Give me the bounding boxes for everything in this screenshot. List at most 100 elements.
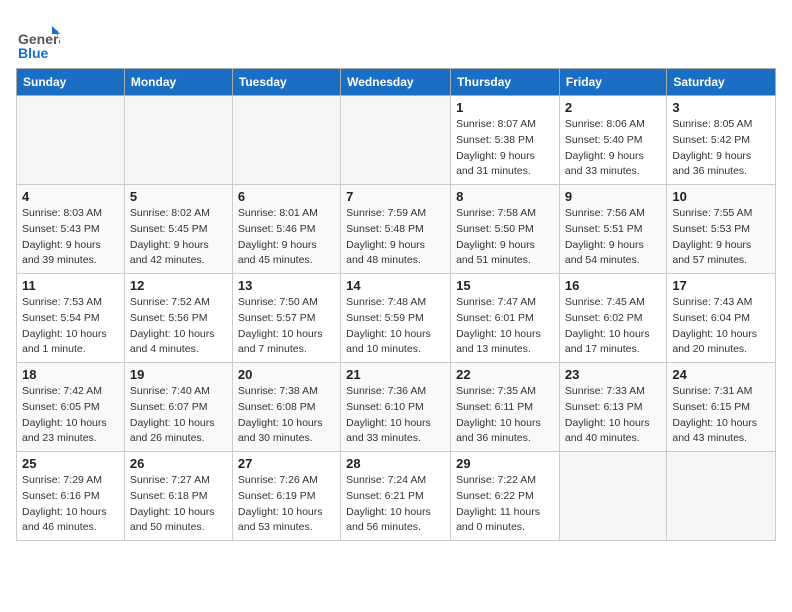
calendar-cell: 12Sunrise: 7:52 AMSunset: 5:56 PMDayligh… bbox=[124, 274, 232, 363]
day-number: 28 bbox=[346, 456, 445, 471]
day-info: Sunrise: 7:35 AMSunset: 6:11 PMDaylight:… bbox=[456, 384, 554, 447]
calendar-cell: 13 Sunrise: 7:50 AMSunset: 5:57 PMDayligh… bbox=[232, 274, 340, 363]
day-info: Sunrise: 8:03 AMSunset: 5:43 PMDaylight:… bbox=[22, 206, 119, 269]
day-info: Sunrise: 7:31 AMSunset: 6:15 PMDaylight:… bbox=[672, 384, 770, 447]
day-info: Sunrise: 7:50 AMSunset: 5:57 PMDaylight:… bbox=[238, 295, 335, 358]
calendar-cell bbox=[232, 96, 340, 185]
day-number: 24 bbox=[672, 367, 770, 382]
calendar-cell: 29 Sunrise: 7:22 AMSunset: 6:22 PMDayligh… bbox=[451, 452, 560, 541]
calendar-cell: 21 Sunrise: 7:36 AMSunset: 6:10 PMDayligh… bbox=[341, 363, 451, 452]
calendar-cell: 1 Sunrise: 8:07 AMSunset: 5:38 PMDaylight… bbox=[451, 96, 560, 185]
day-info: Sunrise: 7:52 AMSunset: 5:56 PMDaylight:… bbox=[130, 295, 227, 358]
calendar-header-row: SundayMondayTuesdayWednesdayThursdayFrid… bbox=[17, 69, 776, 96]
day-header-sunday: Sunday bbox=[17, 69, 125, 96]
day-info: Sunrise: 7:55 AMSunset: 5:53 PMDaylight:… bbox=[672, 206, 770, 269]
day-number: 17 bbox=[672, 278, 770, 293]
day-number: 11 bbox=[22, 278, 119, 293]
day-number: 5 bbox=[130, 189, 227, 204]
day-info: Sunrise: 7:22 AMSunset: 6:22 PMDaylight:… bbox=[456, 473, 554, 536]
day-number: 6 bbox=[238, 189, 335, 204]
day-info: Sunrise: 7:40 AMSunset: 6:07 PMDaylight:… bbox=[130, 384, 227, 447]
day-number: 10 bbox=[672, 189, 770, 204]
calendar-cell: 3 Sunrise: 8:05 AMSunset: 5:42 PMDaylight… bbox=[667, 96, 776, 185]
day-info: Sunrise: 7:36 AMSunset: 6:10 PMDaylight:… bbox=[346, 384, 445, 447]
calendar-cell bbox=[124, 96, 232, 185]
page-header: General Blue bbox=[16, 16, 776, 60]
calendar-week-2: 4 Sunrise: 8:03 AMSunset: 5:43 PMDaylight… bbox=[17, 185, 776, 274]
calendar-cell: 16Sunrise: 7:45 AMSunset: 6:02 PMDayligh… bbox=[559, 274, 666, 363]
calendar-cell: 8 Sunrise: 7:58 AMSunset: 5:50 PMDaylight… bbox=[451, 185, 560, 274]
calendar-cell: 26Sunrise: 7:27 AMSunset: 6:18 PMDayligh… bbox=[124, 452, 232, 541]
calendar-cell: 17 Sunrise: 7:43 AMSunset: 6:04 PMDayligh… bbox=[667, 274, 776, 363]
day-info: Sunrise: 7:26 AMSunset: 6:19 PMDaylight:… bbox=[238, 473, 335, 536]
calendar-cell: 23Sunrise: 7:33 AMSunset: 6:13 PMDayligh… bbox=[559, 363, 666, 452]
calendar-week-3: 11 Sunrise: 7:53 AMSunset: 5:54 PMDayligh… bbox=[17, 274, 776, 363]
day-header-saturday: Saturday bbox=[667, 69, 776, 96]
calendar-cell: 22 Sunrise: 7:35 AMSunset: 6:11 PMDayligh… bbox=[451, 363, 560, 452]
day-number: 4 bbox=[22, 189, 119, 204]
calendar-cell: 27 Sunrise: 7:26 AMSunset: 6:19 PMDayligh… bbox=[232, 452, 340, 541]
calendar-cell: 19 Sunrise: 7:40 AMSunset: 6:07 PMDayligh… bbox=[124, 363, 232, 452]
day-number: 14 bbox=[346, 278, 445, 293]
calendar-body: 1 Sunrise: 8:07 AMSunset: 5:38 PMDaylight… bbox=[17, 96, 776, 541]
day-info: Sunrise: 7:42 AMSunset: 6:05 PMDaylight:… bbox=[22, 384, 119, 447]
calendar-cell: 6 Sunrise: 8:01 AMSunset: 5:46 PMDaylight… bbox=[232, 185, 340, 274]
calendar-cell: 5 Sunrise: 8:02 AMSunset: 5:45 PMDaylight… bbox=[124, 185, 232, 274]
day-number: 7 bbox=[346, 189, 445, 204]
calendar-cell: 9Sunrise: 7:56 AMSunset: 5:51 PMDaylight… bbox=[559, 185, 666, 274]
day-header-monday: Monday bbox=[124, 69, 232, 96]
day-number: 25 bbox=[22, 456, 119, 471]
day-number: 22 bbox=[456, 367, 554, 382]
day-number: 18 bbox=[22, 367, 119, 382]
day-number: 20 bbox=[238, 367, 335, 382]
day-number: 29 bbox=[456, 456, 554, 471]
day-number: 15 bbox=[456, 278, 554, 293]
day-info: Sunrise: 7:58 AMSunset: 5:50 PMDaylight:… bbox=[456, 206, 554, 269]
day-number: 19 bbox=[130, 367, 227, 382]
day-info: Sunrise: 7:24 AMSunset: 6:21 PMDaylight:… bbox=[346, 473, 445, 536]
day-number: 16 bbox=[565, 278, 661, 293]
day-number: 9 bbox=[565, 189, 661, 204]
day-header-friday: Friday bbox=[559, 69, 666, 96]
calendar-cell: 4 Sunrise: 8:03 AMSunset: 5:43 PMDaylight… bbox=[17, 185, 125, 274]
calendar-cell: 28 Sunrise: 7:24 AMSunset: 6:21 PMDayligh… bbox=[341, 452, 451, 541]
day-info: Sunrise: 7:59 AMSunset: 5:48 PMDaylight:… bbox=[346, 206, 445, 269]
day-number: 3 bbox=[672, 100, 770, 115]
day-info: Sunrise: 7:43 AMSunset: 6:04 PMDaylight:… bbox=[672, 295, 770, 358]
calendar-cell: 24 Sunrise: 7:31 AMSunset: 6:15 PMDayligh… bbox=[667, 363, 776, 452]
calendar-cell: 18 Sunrise: 7:42 AMSunset: 6:05 PMDayligh… bbox=[17, 363, 125, 452]
day-info: Sunrise: 8:02 AMSunset: 5:45 PMDaylight:… bbox=[130, 206, 227, 269]
day-info: Sunrise: 8:05 AMSunset: 5:42 PMDaylight:… bbox=[672, 117, 770, 180]
day-info: Sunrise: 7:48 AMSunset: 5:59 PMDaylight:… bbox=[346, 295, 445, 358]
day-info: Sunrise: 7:47 AMSunset: 6:01 PMDaylight:… bbox=[456, 295, 554, 358]
day-info: Sunrise: 7:29 AMSunset: 6:16 PMDaylight:… bbox=[22, 473, 119, 536]
day-number: 26 bbox=[130, 456, 227, 471]
day-header-wednesday: Wednesday bbox=[341, 69, 451, 96]
calendar-week-4: 18 Sunrise: 7:42 AMSunset: 6:05 PMDayligh… bbox=[17, 363, 776, 452]
day-info: Sunrise: 8:06 AMSunset: 5:40 PMDaylight:… bbox=[565, 117, 661, 180]
svg-text:Blue: Blue bbox=[18, 45, 49, 60]
calendar-week-1: 1 Sunrise: 8:07 AMSunset: 5:38 PMDaylight… bbox=[17, 96, 776, 185]
day-info: Sunrise: 7:53 AMSunset: 5:54 PMDaylight:… bbox=[22, 295, 119, 358]
day-number: 13 bbox=[238, 278, 335, 293]
calendar-cell: 2 Sunrise: 8:06 AMSunset: 5:40 PMDaylight… bbox=[559, 96, 666, 185]
calendar-week-5: 25 Sunrise: 7:29 AMSunset: 6:16 PMDayligh… bbox=[17, 452, 776, 541]
day-number: 21 bbox=[346, 367, 445, 382]
day-number: 2 bbox=[565, 100, 661, 115]
day-header-tuesday: Tuesday bbox=[232, 69, 340, 96]
calendar-cell: 14 Sunrise: 7:48 AMSunset: 5:59 PMDayligh… bbox=[341, 274, 451, 363]
day-number: 27 bbox=[238, 456, 335, 471]
day-number: 8 bbox=[456, 189, 554, 204]
calendar-cell bbox=[17, 96, 125, 185]
calendar-cell: 10 Sunrise: 7:55 AMSunset: 5:53 PMDayligh… bbox=[667, 185, 776, 274]
day-info: Sunrise: 7:38 AMSunset: 6:08 PMDaylight:… bbox=[238, 384, 335, 447]
logo-icon: General Blue bbox=[16, 16, 60, 60]
calendar-cell bbox=[559, 452, 666, 541]
day-number: 1 bbox=[456, 100, 554, 115]
day-info: Sunrise: 8:07 AMSunset: 5:38 PMDaylight:… bbox=[456, 117, 554, 180]
calendar-cell: 11 Sunrise: 7:53 AMSunset: 5:54 PMDayligh… bbox=[17, 274, 125, 363]
calendar-cell bbox=[341, 96, 451, 185]
day-info: Sunrise: 8:01 AMSunset: 5:46 PMDaylight:… bbox=[238, 206, 335, 269]
calendar-cell bbox=[667, 452, 776, 541]
calendar-cell: 20 Sunrise: 7:38 AMSunset: 6:08 PMDayligh… bbox=[232, 363, 340, 452]
